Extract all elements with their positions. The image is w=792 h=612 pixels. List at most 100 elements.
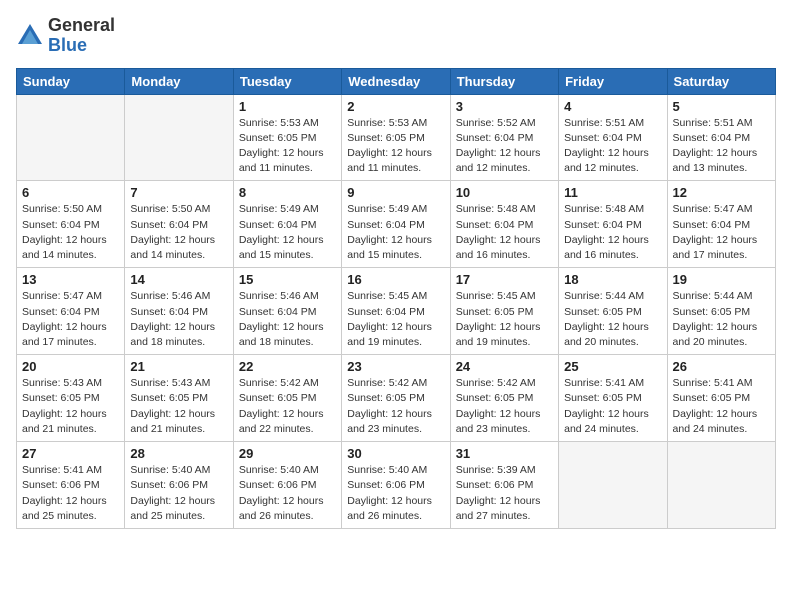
calendar-cell: 30 Sunrise: 5:40 AM Sunset: 6:06 PM Dayli…	[342, 442, 450, 529]
day-info: Sunrise: 5:41 AM Sunset: 6:06 PM Dayligh…	[22, 463, 119, 524]
day-number: 25	[564, 359, 661, 374]
day-number: 21	[130, 359, 227, 374]
column-header-saturday: Saturday	[667, 68, 775, 94]
day-number: 10	[456, 185, 553, 200]
day-info: Sunrise: 5:45 AM Sunset: 6:05 PM Dayligh…	[456, 289, 553, 350]
day-info: Sunrise: 5:48 AM Sunset: 6:04 PM Dayligh…	[456, 202, 553, 263]
calendar-cell: 20 Sunrise: 5:43 AM Sunset: 6:05 PM Dayli…	[17, 355, 125, 442]
day-info: Sunrise: 5:40 AM Sunset: 6:06 PM Dayligh…	[347, 463, 444, 524]
day-info: Sunrise: 5:45 AM Sunset: 6:04 PM Dayligh…	[347, 289, 444, 350]
day-info: Sunrise: 5:43 AM Sunset: 6:05 PM Dayligh…	[22, 376, 119, 437]
day-info: Sunrise: 5:46 AM Sunset: 6:04 PM Dayligh…	[239, 289, 336, 350]
day-info: Sunrise: 5:40 AM Sunset: 6:06 PM Dayligh…	[239, 463, 336, 524]
day-info: Sunrise: 5:42 AM Sunset: 6:05 PM Dayligh…	[456, 376, 553, 437]
day-info: Sunrise: 5:51 AM Sunset: 6:04 PM Dayligh…	[564, 116, 661, 177]
calendar-cell	[17, 94, 125, 181]
day-info: Sunrise: 5:47 AM Sunset: 6:04 PM Dayligh…	[22, 289, 119, 350]
column-header-tuesday: Tuesday	[233, 68, 341, 94]
calendar-cell: 5 Sunrise: 5:51 AM Sunset: 6:04 PM Daylig…	[667, 94, 775, 181]
day-number: 29	[239, 446, 336, 461]
calendar-week-row: 20 Sunrise: 5:43 AM Sunset: 6:05 PM Dayli…	[17, 355, 776, 442]
calendar-cell	[559, 442, 667, 529]
calendar-cell: 14 Sunrise: 5:46 AM Sunset: 6:04 PM Dayli…	[125, 268, 233, 355]
day-info: Sunrise: 5:50 AM Sunset: 6:04 PM Dayligh…	[22, 202, 119, 263]
day-number: 13	[22, 272, 119, 287]
calendar-cell: 24 Sunrise: 5:42 AM Sunset: 6:05 PM Dayli…	[450, 355, 558, 442]
logo-icon	[16, 22, 44, 50]
day-number: 20	[22, 359, 119, 374]
day-number: 15	[239, 272, 336, 287]
day-number: 5	[673, 99, 770, 114]
calendar-cell: 23Sunrise: 5:42 AM Sunset: 6:05 PM Dayli…	[342, 355, 450, 442]
day-number: 18	[564, 272, 661, 287]
day-number: 14	[130, 272, 227, 287]
day-number: 17	[456, 272, 553, 287]
day-info: Sunrise: 5:51 AM Sunset: 6:04 PM Dayligh…	[673, 116, 770, 177]
calendar-cell: 11 Sunrise: 5:48 AM Sunset: 6:04 PM Dayli…	[559, 181, 667, 268]
column-header-wednesday: Wednesday	[342, 68, 450, 94]
calendar-cell: 7 Sunrise: 5:50 AM Sunset: 6:04 PM Daylig…	[125, 181, 233, 268]
calendar-cell: 17 Sunrise: 5:45 AM Sunset: 6:05 PM Dayli…	[450, 268, 558, 355]
day-number: 27	[22, 446, 119, 461]
day-info: Sunrise: 5:42 AM Sunset: 6:05 PM Dayligh…	[239, 376, 336, 437]
day-number: 4	[564, 99, 661, 114]
calendar-cell	[125, 94, 233, 181]
calendar-cell: 6 Sunrise: 5:50 AM Sunset: 6:04 PM Daylig…	[17, 181, 125, 268]
day-number: 7	[130, 185, 227, 200]
calendar-week-row: 1Sunrise: 5:53 AM Sunset: 6:05 PM Daylig…	[17, 94, 776, 181]
calendar-cell: 13 Sunrise: 5:47 AM Sunset: 6:04 PM Dayli…	[17, 268, 125, 355]
day-info: Sunrise: 5:46 AM Sunset: 6:04 PM Dayligh…	[130, 289, 227, 350]
day-number: 6	[22, 185, 119, 200]
calendar-cell: 1Sunrise: 5:53 AM Sunset: 6:05 PM Daylig…	[233, 94, 341, 181]
calendar-header-row: SundayMondayTuesdayWednesdayThursdayFrid…	[17, 68, 776, 94]
column-header-friday: Friday	[559, 68, 667, 94]
calendar-cell: 29 Sunrise: 5:40 AM Sunset: 6:06 PM Dayli…	[233, 442, 341, 529]
day-info: Sunrise: 5:48 AM Sunset: 6:04 PM Dayligh…	[564, 202, 661, 263]
day-number: 16	[347, 272, 444, 287]
calendar-week-row: 6 Sunrise: 5:50 AM Sunset: 6:04 PM Daylig…	[17, 181, 776, 268]
day-number: 24	[456, 359, 553, 374]
day-info: Sunrise: 5:43 AM Sunset: 6:05 PM Dayligh…	[130, 376, 227, 437]
calendar-cell: 16 Sunrise: 5:45 AM Sunset: 6:04 PM Dayli…	[342, 268, 450, 355]
day-number: 31	[456, 446, 553, 461]
day-info: Sunrise: 5:40 AM Sunset: 6:06 PM Dayligh…	[130, 463, 227, 524]
calendar-cell	[667, 442, 775, 529]
calendar-cell: 28 Sunrise: 5:40 AM Sunset: 6:06 PM Dayli…	[125, 442, 233, 529]
calendar-week-row: 27 Sunrise: 5:41 AM Sunset: 6:06 PM Dayli…	[17, 442, 776, 529]
calendar-week-row: 13 Sunrise: 5:47 AM Sunset: 6:04 PM Dayli…	[17, 268, 776, 355]
day-info: Sunrise: 5:44 AM Sunset: 6:05 PM Dayligh…	[673, 289, 770, 350]
day-info: Sunrise: 5:49 AM Sunset: 6:04 PM Dayligh…	[347, 202, 444, 263]
day-number: 9	[347, 185, 444, 200]
calendar-cell: 4 Sunrise: 5:51 AM Sunset: 6:04 PM Daylig…	[559, 94, 667, 181]
day-number: 11	[564, 185, 661, 200]
logo-general-text: General	[48, 15, 115, 35]
calendar-cell: 2 Sunrise: 5:53 AM Sunset: 6:05 PM Daylig…	[342, 94, 450, 181]
day-number: 8	[239, 185, 336, 200]
day-info: Sunrise: 5:42 AM Sunset: 6:05 PM Dayligh…	[347, 376, 444, 437]
day-number: 30	[347, 446, 444, 461]
day-number: 3	[456, 99, 553, 114]
day-number: 19	[673, 272, 770, 287]
day-info: Sunrise: 5:53 AM Sunset: 6:05 PM Dayligh…	[347, 116, 444, 177]
logo: General Blue	[16, 16, 115, 56]
day-info: Sunrise: 5:49 AM Sunset: 6:04 PM Dayligh…	[239, 202, 336, 263]
day-info: Sunrise: 5:41 AM Sunset: 6:05 PM Dayligh…	[673, 376, 770, 437]
calendar-cell: 12 Sunrise: 5:47 AM Sunset: 6:04 PM Dayli…	[667, 181, 775, 268]
day-info: Sunrise: 5:47 AM Sunset: 6:04 PM Dayligh…	[673, 202, 770, 263]
day-number: 22	[239, 359, 336, 374]
calendar-cell: 18 Sunrise: 5:44 AM Sunset: 6:05 PM Dayli…	[559, 268, 667, 355]
calendar-table: SundayMondayTuesdayWednesdayThursdayFrid…	[16, 68, 776, 529]
day-info: Sunrise: 5:53 AM Sunset: 6:05 PM Dayligh…	[239, 116, 336, 177]
calendar-cell: 3 Sunrise: 5:52 AM Sunset: 6:04 PM Daylig…	[450, 94, 558, 181]
day-info: Sunrise: 5:50 AM Sunset: 6:04 PM Dayligh…	[130, 202, 227, 263]
day-info: Sunrise: 5:44 AM Sunset: 6:05 PM Dayligh…	[564, 289, 661, 350]
calendar-cell: 9 Sunrise: 5:49 AM Sunset: 6:04 PM Daylig…	[342, 181, 450, 268]
calendar-cell: 26Sunrise: 5:41 AM Sunset: 6:05 PM Dayli…	[667, 355, 775, 442]
calendar-cell: 19 Sunrise: 5:44 AM Sunset: 6:05 PM Dayli…	[667, 268, 775, 355]
day-number: 2	[347, 99, 444, 114]
calendar-cell: 22 Sunrise: 5:42 AM Sunset: 6:05 PM Dayli…	[233, 355, 341, 442]
day-number: 28	[130, 446, 227, 461]
day-number: 12	[673, 185, 770, 200]
page-header: General Blue	[16, 16, 776, 56]
day-info: Sunrise: 5:52 AM Sunset: 6:04 PM Dayligh…	[456, 116, 553, 177]
